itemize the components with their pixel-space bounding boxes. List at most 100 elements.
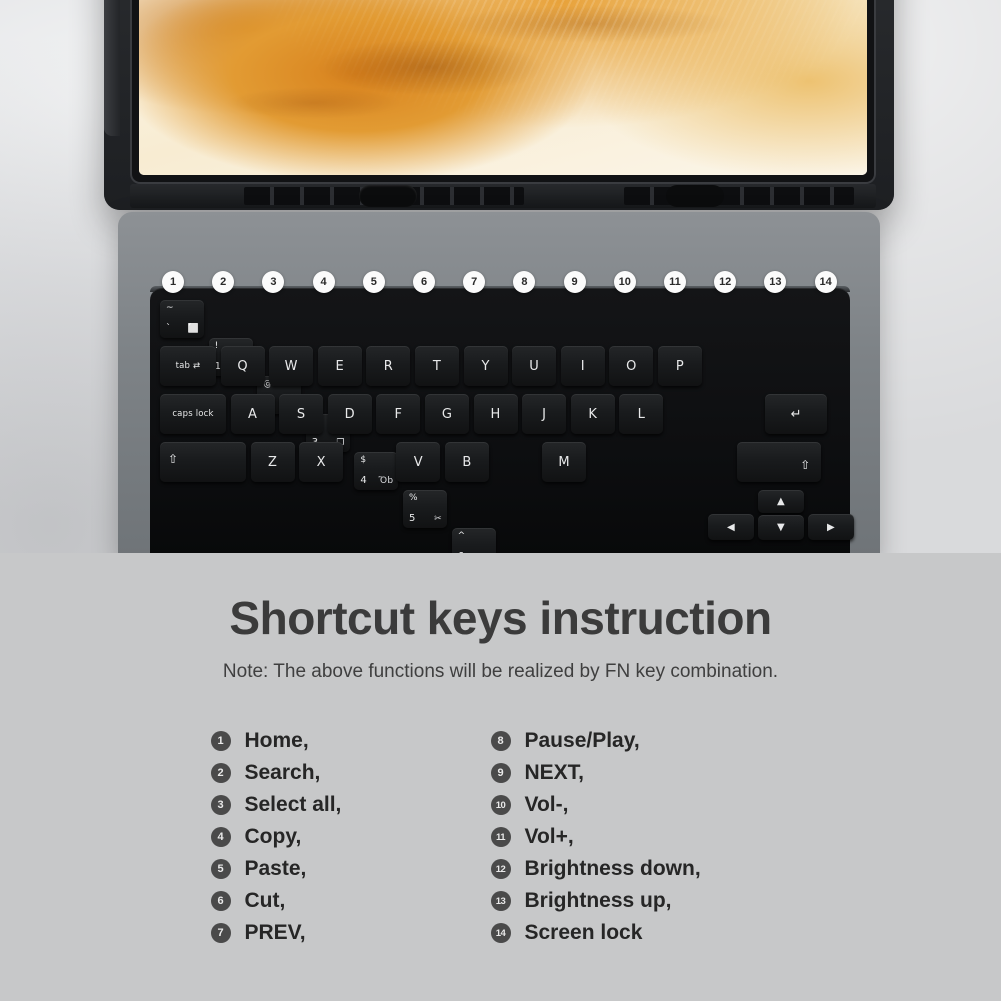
- tablet-bezel: [130, 0, 876, 184]
- key-label: Q: [237, 358, 248, 374]
- list-item: 14 Screen lock: [490, 917, 791, 949]
- instructions-section: Shortcut keys instruction Note: The abov…: [0, 553, 1001, 1001]
- list-item: 6 Cut,: [210, 885, 491, 917]
- tablet-screen: [139, 0, 867, 175]
- key-shift-label: %: [409, 493, 418, 503]
- shortcut-label: Home,: [244, 729, 309, 752]
- key-z[interactable]: Z: [250, 442, 295, 482]
- cut-icon: ✂: [434, 514, 442, 524]
- shortcut-list: 1 Home, 2 Search, 3 Select all, 4 Copy, 5 Paste, 6…: [0, 725, 1001, 949]
- key-shift-left[interactable]: ⇧: [160, 442, 246, 482]
- shortcut-number-badge: 5: [210, 859, 231, 879]
- key-shift-label: $: [360, 455, 367, 465]
- key-shift-right[interactable]: ⇧: [736, 442, 821, 482]
- key-arrow-up[interactable]: ▲: [758, 490, 804, 513]
- shortcut-label: NEXT,: [524, 761, 585, 784]
- key-m[interactable]: M: [542, 442, 587, 482]
- key-f[interactable]: F: [376, 394, 421, 434]
- key-p[interactable]: P: [658, 346, 702, 386]
- key-label: E: [335, 358, 345, 374]
- callout-badge-10: 10: [613, 271, 636, 293]
- key-a[interactable]: A: [230, 394, 275, 434]
- shortcut-column-right: 8 Pause/Play, 9 NEXT, 10 Vol-, 11 Vol+, 12 Bright…: [490, 725, 791, 949]
- key-fn-prev-track-icon[interactable]: ^6⏮: [451, 528, 496, 553]
- key-label: U: [529, 358, 540, 374]
- callout-badge-5: 5: [362, 271, 385, 293]
- key-x[interactable]: X: [299, 442, 344, 482]
- home-icon: ⬜: [187, 324, 199, 334]
- list-item: 8 Pause/Play,: [490, 725, 791, 757]
- shortcut-label: Brightness down,: [524, 857, 701, 880]
- key-label: H: [490, 406, 501, 422]
- shortcut-label: Screen lock: [524, 921, 643, 944]
- key-base-label: `: [166, 323, 172, 334]
- key-v[interactable]: V: [396, 442, 441, 482]
- key-d[interactable]: D: [327, 394, 372, 434]
- shortcut-number-badge: 12: [490, 859, 511, 879]
- callout-badge-14: 14: [814, 271, 837, 293]
- key-caps-lock[interactable]: caps lock: [160, 394, 226, 434]
- key-label: X: [316, 454, 326, 470]
- key-s[interactable]: S: [279, 394, 324, 434]
- list-item: 12 Brightness down,: [490, 853, 791, 885]
- key-label: W: [284, 358, 298, 374]
- shortcut-label: Vol+,: [524, 825, 574, 848]
- key-j[interactable]: J: [522, 394, 567, 434]
- shortcut-number-badge: 1: [210, 731, 231, 751]
- product-photo: ~`⬜!1⚲@2⧉#3❐$4Ὄb%5✂^6⏮&7⏯*8⏭(9🔉)0🔊−–☼+=☀…: [0, 0, 1001, 553]
- shortcut-label: Copy,: [244, 825, 302, 848]
- key-label: M: [558, 454, 570, 470]
- key-arrow-down[interactable]: ▼: [758, 515, 804, 540]
- list-item: 2 Search,: [210, 757, 491, 789]
- arrow-left-icon: ◀: [727, 521, 735, 533]
- tablet-device: [104, 0, 894, 210]
- key-label: D: [344, 406, 355, 422]
- key-label: F: [394, 406, 403, 422]
- key-base-label: 4: [360, 475, 368, 486]
- enter-arrow-icon: ↵: [790, 406, 802, 422]
- callout-badge-9: 9: [563, 271, 586, 293]
- callout-badge-11: 11: [664, 271, 686, 293]
- shortcut-label: PREV,: [244, 921, 306, 944]
- key-h[interactable]: H: [473, 394, 518, 434]
- key-t[interactable]: T: [415, 346, 459, 386]
- key-arrow-left[interactable]: ◀: [708, 514, 754, 540]
- shortcut-number-badge: 10: [490, 795, 511, 815]
- shortcut-number-badge: 6: [210, 891, 231, 911]
- key-y[interactable]: Y: [463, 346, 508, 386]
- key-i[interactable]: I: [560, 346, 605, 386]
- key-fn-cut-icon[interactable]: % 5 ✂: [403, 490, 447, 528]
- list-item: 10 Vol-,: [490, 789, 791, 821]
- key-fn-home-icon[interactable]: ~ ` ⬜: [160, 300, 204, 338]
- instructions-note: Note: The above functions will be realiz…: [222, 661, 779, 682]
- key-tab[interactable]: tab ⇄: [160, 346, 216, 386]
- arrow-down-icon: ▼: [777, 522, 785, 533]
- key-g[interactable]: G: [425, 394, 469, 434]
- list-item: 11 Vol+,: [490, 821, 791, 853]
- key-b[interactable]: B: [445, 442, 489, 482]
- key-label: G: [441, 406, 453, 422]
- key-u[interactable]: U: [512, 346, 557, 386]
- key-e[interactable]: E: [317, 346, 362, 386]
- shortcut-label: Paste,: [244, 857, 307, 880]
- key-label: A: [247, 406, 258, 422]
- shortcut-number-badge: 9: [490, 763, 511, 783]
- list-item: 1 Home,: [210, 725, 491, 757]
- shortcut-number-badge: 13: [490, 891, 511, 911]
- key-r[interactable]: R: [366, 346, 411, 386]
- key-fn-paste-icon[interactable]: $4 Ὄb: [354, 452, 399, 490]
- key-arrow-right[interactable]: ▶: [808, 514, 854, 540]
- key-k[interactable]: K: [570, 394, 615, 434]
- callout-badge-6: 6: [413, 271, 435, 293]
- key-o[interactable]: O: [609, 346, 654, 386]
- shortcut-label: Vol-,: [524, 793, 569, 816]
- key-w[interactable]: W: [269, 346, 314, 386]
- key-enter[interactable]: ↵: [765, 394, 828, 434]
- key-label: Z: [267, 454, 278, 470]
- paste-icon: Ὄb: [378, 476, 394, 486]
- key-label: J: [542, 406, 547, 422]
- key-label: K: [588, 406, 598, 422]
- key-l[interactable]: L: [619, 394, 664, 434]
- key-q[interactable]: Q: [220, 346, 265, 386]
- key-label: S: [296, 406, 306, 422]
